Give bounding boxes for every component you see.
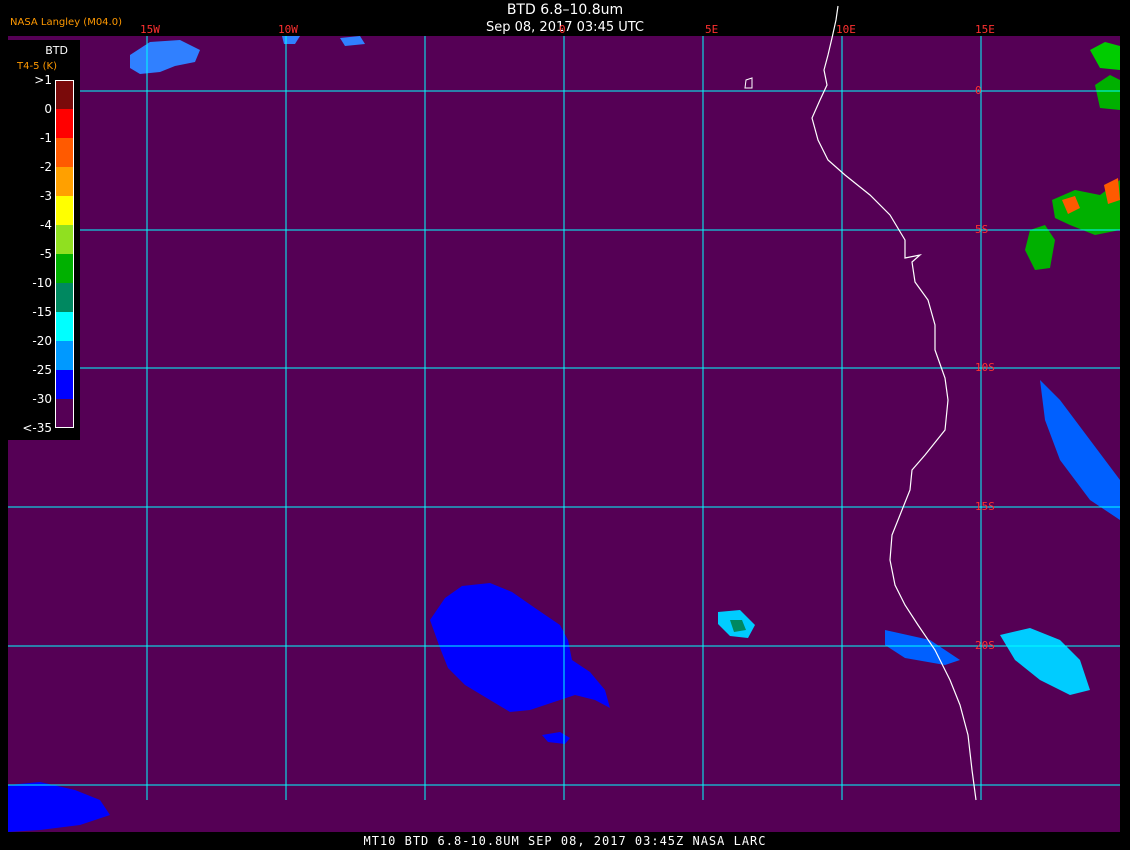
longitude-label: 10E — [836, 23, 856, 36]
latitude-label: 15S — [975, 500, 995, 513]
legend-label: -2 — [40, 160, 52, 174]
legend-label: -20 — [32, 334, 52, 348]
longitude-label: 15E — [975, 23, 995, 36]
legend-label: 0 — [44, 102, 52, 116]
longitude-label: 15W — [140, 23, 160, 36]
legend-units: T4-5 (K) — [17, 61, 57, 72]
legend-label: <-35 — [22, 421, 52, 435]
agency-label: NASA Langley (M04.0) — [10, 17, 122, 28]
satellite-image-viewer: BTD 6.8–10.8um Sep 08, 2017 03:45 UTC NA… — [0, 0, 1130, 850]
legend-label: -25 — [32, 363, 52, 377]
footer-caption: MT10 BTD 6.8-10.8UM SEP 08, 2017 03:45Z … — [363, 834, 767, 848]
longitude-label: 5E — [705, 23, 719, 36]
latitude-label: 0 — [975, 84, 982, 97]
latitude-label: 5S — [975, 223, 989, 236]
legend-label: -30 — [32, 392, 52, 406]
legend-label: -10 — [32, 276, 52, 290]
latitude-label: 10S — [975, 361, 995, 374]
color-legend: BTD T4-5 (K) >1 0 -1 -2 -3 -4 -5 -10 -15 -20 -25 -3… — [8, 40, 80, 440]
satellite-map[interactable] — [0, 0, 1130, 850]
legend-label: -1 — [40, 131, 52, 145]
legend-frame — [55, 80, 74, 428]
legend-label: -15 — [32, 305, 52, 319]
legend-label: -3 — [40, 189, 52, 203]
legend-title: BTD — [45, 44, 68, 57]
longitude-label: 0 — [559, 23, 566, 36]
longitude-label: 10W — [278, 23, 298, 36]
legend-label: -4 — [40, 218, 52, 232]
legend-label: >1 — [34, 73, 52, 87]
legend-label: -5 — [40, 247, 52, 261]
latitude-label: 20S — [975, 639, 995, 652]
product-title: BTD 6.8–10.8um — [506, 2, 624, 18]
